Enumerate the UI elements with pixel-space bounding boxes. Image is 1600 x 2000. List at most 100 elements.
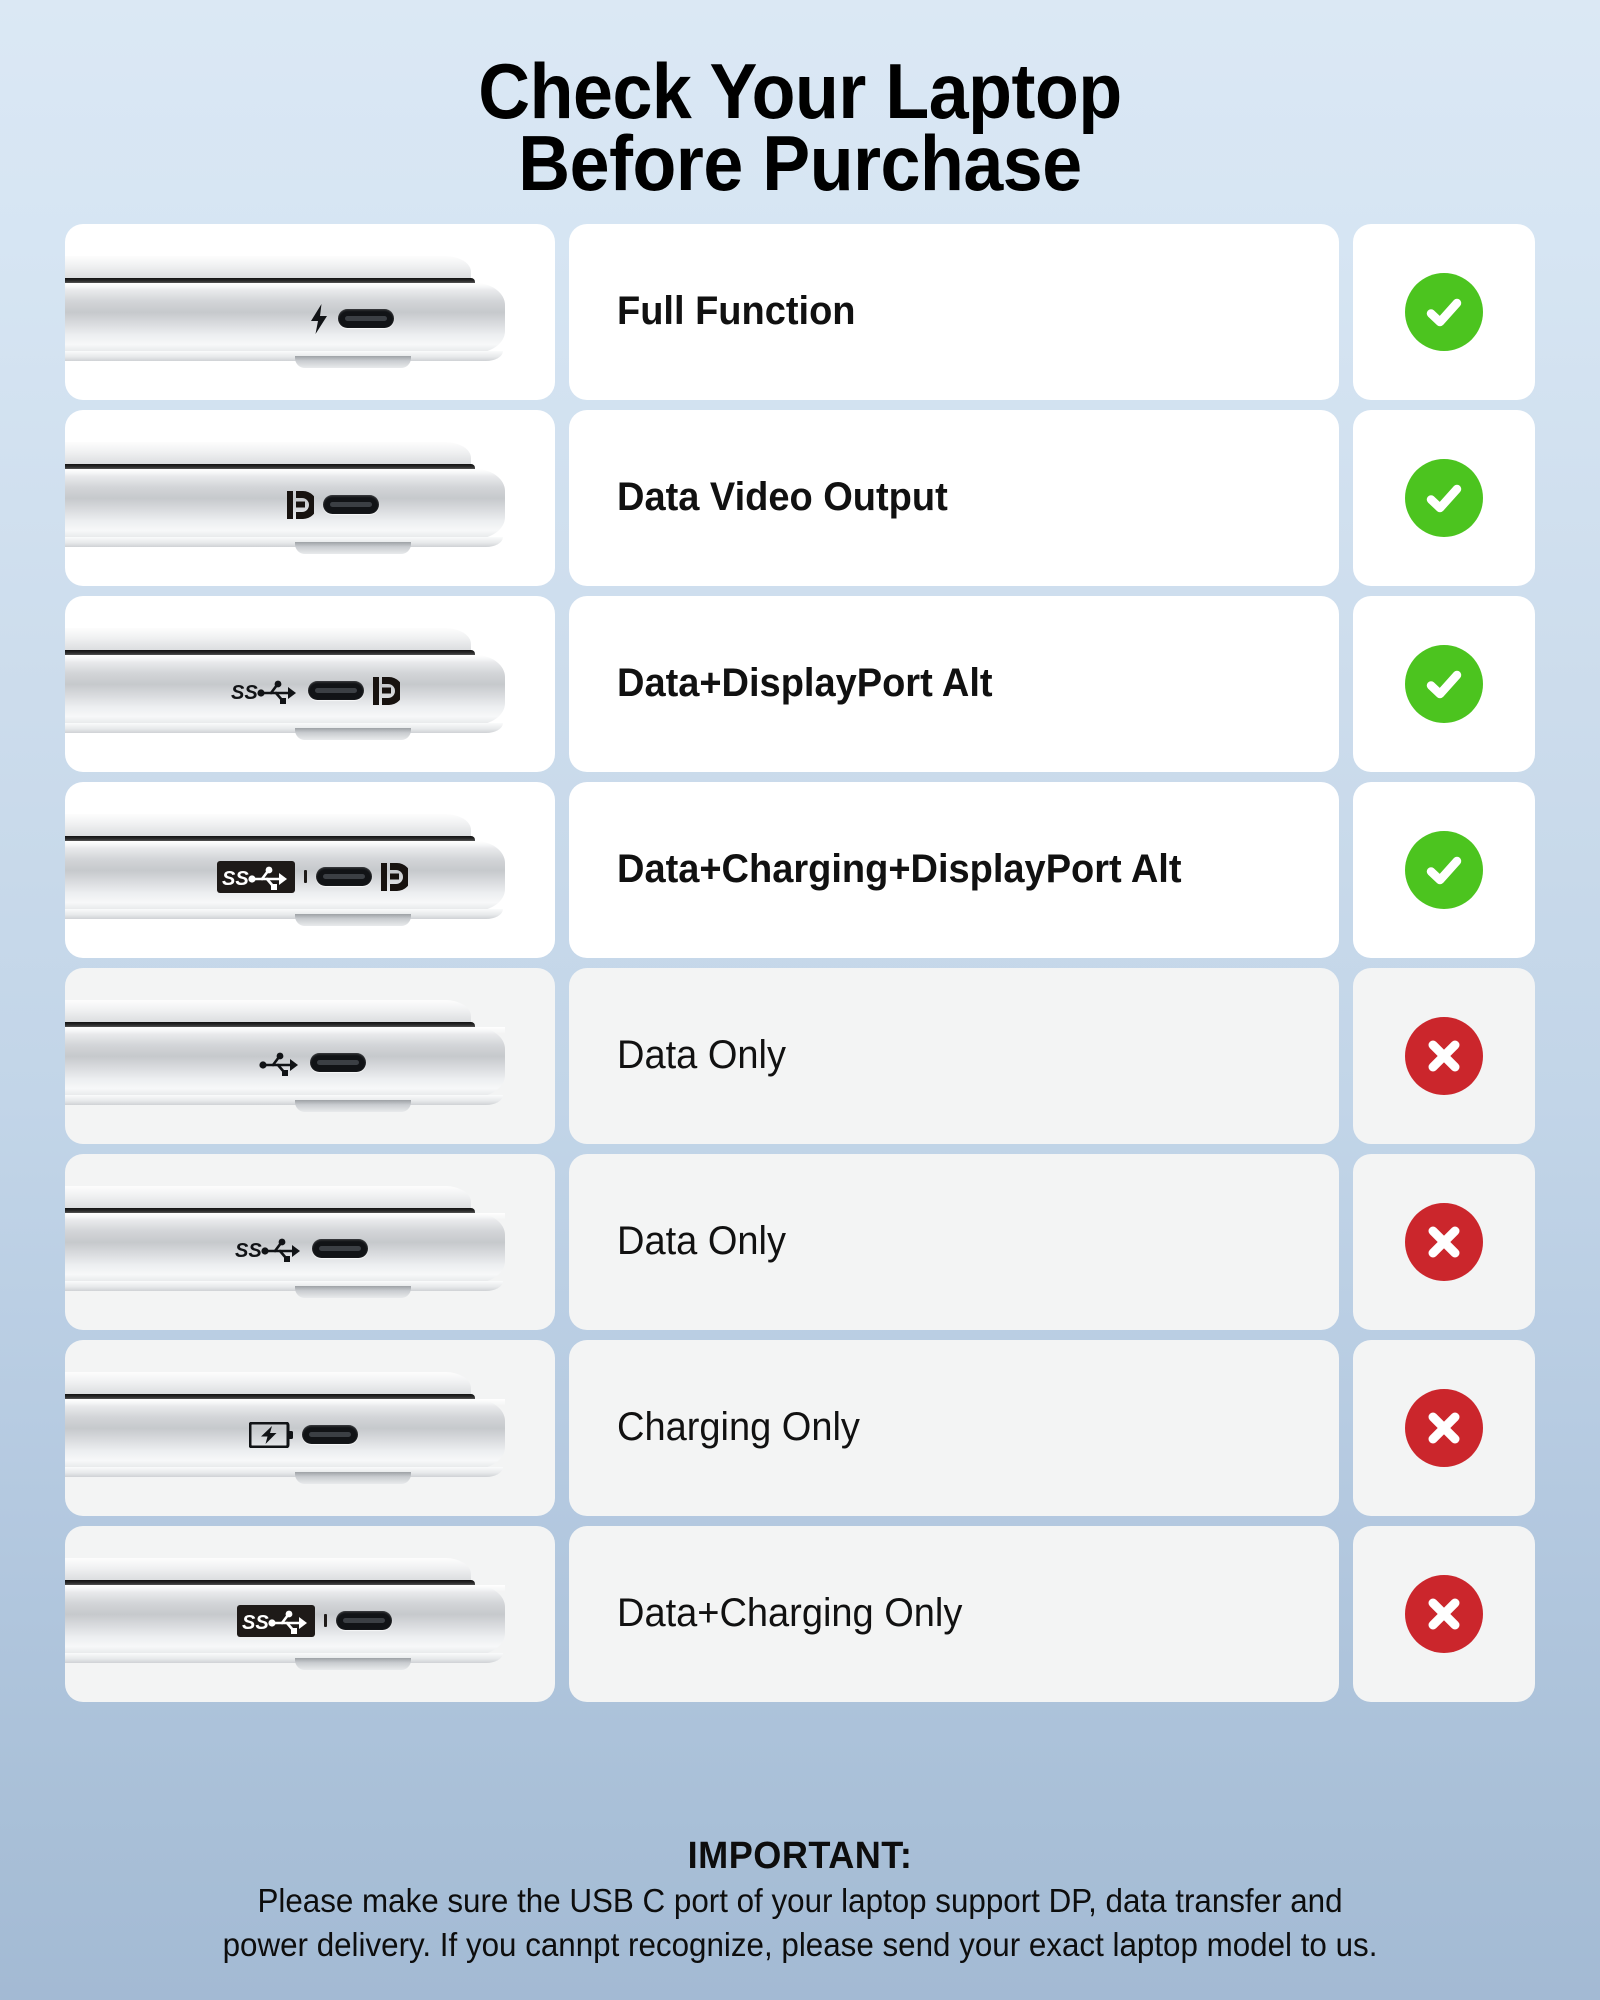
table-row: SS Data+Charging Only — [65, 1525, 1535, 1702]
important-notice-heading: IMPORTANT: — [687, 1834, 913, 1877]
port-markings: SS — [235, 1232, 368, 1266]
check-circle-icon — [1405, 830, 1483, 909]
port-markings — [309, 302, 394, 336]
laptop-bottom-edge — [65, 722, 503, 733]
usb-icon — [259, 1050, 301, 1076]
feature-label: Data+Charging Only — [617, 1591, 963, 1635]
feature-label: Data Video Output — [617, 475, 948, 519]
laptop-foot — [295, 541, 411, 554]
battery-charging-icon — [249, 1421, 293, 1448]
laptop-port-photo: SS — [65, 595, 555, 772]
table-row: SS Data Only — [65, 1153, 1535, 1330]
superspeed-usb-charging-icon: SS — [237, 1604, 315, 1637]
feature-label-cell: Data Only — [569, 1153, 1339, 1330]
usb-c-port — [338, 309, 394, 328]
laptop-body — [65, 468, 505, 539]
status-cell — [1353, 967, 1535, 1144]
feature-label: Full Function — [617, 289, 856, 333]
feature-label-cell: Data+Charging Only — [569, 1525, 1339, 1702]
cross-circle-icon — [1405, 1016, 1483, 1095]
cross-circle-icon — [1405, 1202, 1483, 1281]
laptop-foot — [295, 913, 411, 926]
laptop-port-photo: SS — [65, 1153, 555, 1330]
laptop-lid — [65, 627, 471, 650]
table-row: Data Video Output — [65, 409, 1535, 586]
important-notice-line-1: Please make sure the USB C port of your … — [257, 1881, 1343, 1919]
feature-label-cell: Full Function — [569, 223, 1339, 400]
superspeed-usb-icon: SS — [235, 1236, 303, 1262]
laptop-bottom-edge — [65, 536, 503, 547]
laptop-lid — [65, 1185, 471, 1208]
laptop-illustration — [65, 1371, 505, 1484]
table-row: Data Only — [65, 967, 1535, 1144]
page-title: Check Your Laptop Before Purchase — [0, 0, 1600, 201]
port-markings: SS — [217, 860, 408, 894]
page-title-line-1: Check Your Laptop — [478, 47, 1122, 135]
status-cell — [1353, 409, 1535, 586]
feature-label-cell: Data Only — [569, 967, 1339, 1144]
superspeed-usb-icon: SS — [231, 678, 299, 704]
laptop-foot — [295, 1657, 411, 1670]
check-circle-icon — [1405, 272, 1483, 351]
feature-label: Data+DisplayPort Alt — [617, 661, 993, 705]
table-row: SS Data+Charging+DisplayPort Alt — [65, 781, 1535, 958]
svg-text:SS: SS — [231, 682, 258, 704]
feature-label: Data+Charging+DisplayPort Alt — [617, 847, 1182, 891]
important-notice: IMPORTANT: Please make sure the USB C po… — [0, 1835, 1600, 1966]
feature-label-cell: Data+Charging+DisplayPort Alt — [569, 781, 1339, 958]
laptop-lid — [65, 255, 471, 278]
status-cell — [1353, 1339, 1535, 1516]
charging-tick-icon — [304, 870, 307, 883]
status-cell — [1353, 781, 1535, 958]
laptop-bottom-edge — [65, 1280, 503, 1291]
laptop-foot — [295, 727, 411, 740]
displayport-icon — [373, 676, 400, 705]
displayport-icon — [287, 490, 314, 519]
feature-label-cell: Charging Only — [569, 1339, 1339, 1516]
laptop-foot — [295, 1099, 411, 1112]
thunderbolt-icon — [309, 303, 329, 334]
laptop-port-photo — [65, 1339, 555, 1516]
laptop-port-photo — [65, 967, 555, 1144]
status-cell — [1353, 1525, 1535, 1702]
laptop-bottom-edge — [65, 1466, 503, 1477]
port-markings — [249, 1418, 358, 1452]
usb-c-port — [336, 1611, 392, 1630]
port-markings: SS — [231, 674, 400, 708]
laptop-illustration: SS — [65, 627, 505, 740]
laptop-foot — [295, 355, 411, 368]
laptop-port-photo — [65, 223, 555, 400]
laptop-foot — [295, 1471, 411, 1484]
table-row: Full Function — [65, 223, 1535, 400]
port-markings: SS — [237, 1604, 392, 1638]
important-notice-line-2: power delivery. If you cannpt recognize,… — [222, 1925, 1378, 1963]
port-comparison-table: Full Function Data Video Output SS Data+Dis… — [65, 223, 1535, 1702]
laptop-foot — [295, 1285, 411, 1298]
table-row: Charging Only — [65, 1339, 1535, 1516]
usb-c-port — [323, 495, 379, 514]
laptop-illustration: SS — [65, 1557, 505, 1670]
port-markings — [259, 1046, 366, 1080]
svg-text:SS: SS — [242, 1612, 269, 1634]
laptop-lid — [65, 1557, 471, 1580]
feature-label: Data Only — [617, 1219, 786, 1263]
laptop-port-photo: SS — [65, 1525, 555, 1702]
feature-label-cell: Data Video Output — [569, 409, 1339, 586]
superspeed-usb-charging-icon: SS — [217, 860, 295, 893]
status-cell — [1353, 223, 1535, 400]
laptop-port-photo — [65, 409, 555, 586]
laptop-bottom-edge — [65, 1652, 503, 1663]
usb-c-port — [310, 1053, 366, 1072]
laptop-illustration — [65, 999, 505, 1112]
laptop-illustration: SS — [65, 1185, 505, 1298]
laptop-illustration — [65, 441, 505, 554]
feature-label-cell: Data+DisplayPort Alt — [569, 595, 1339, 772]
laptop-lid — [65, 441, 471, 464]
laptop-bottom-edge — [65, 1094, 503, 1105]
feature-label: Data Only — [617, 1033, 786, 1077]
displayport-icon — [381, 862, 408, 891]
table-row: SS Data+DisplayPort Alt — [65, 595, 1535, 772]
cross-circle-icon — [1405, 1574, 1483, 1653]
laptop-body — [65, 282, 505, 353]
laptop-lid — [65, 999, 471, 1022]
